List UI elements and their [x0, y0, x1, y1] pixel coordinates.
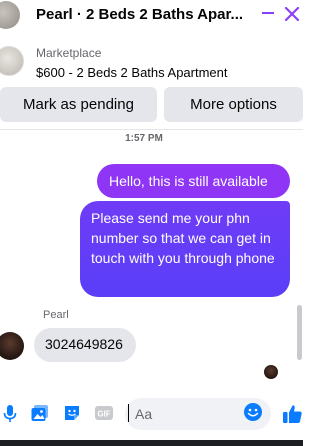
- like-icon[interactable]: [282, 403, 303, 424]
- message-composer: GIF: [0, 395, 303, 435]
- text-caret: [128, 404, 129, 422]
- listing-avatar[interactable]: [0, 1, 20, 29]
- listing-name[interactable]: $600 - 2 Beds 2 Baths Apartment: [36, 65, 228, 80]
- sticker-icon[interactable]: [62, 403, 82, 423]
- listing-thumbnail: [0, 46, 24, 76]
- more-options-button[interactable]: More options: [164, 87, 303, 122]
- outgoing-message[interactable]: Please send me your phn number so that w…: [80, 201, 290, 297]
- header-divider: [0, 129, 303, 130]
- image-icon[interactable]: [30, 403, 50, 423]
- emoji-icon[interactable]: [243, 402, 263, 422]
- minimize-icon[interactable]: [262, 12, 274, 14]
- listing-source-label: Marketplace: [36, 46, 102, 60]
- marketplace-listing[interactable]: Marketplace $600 - 2 Beds 2 Baths Apartm…: [0, 44, 303, 84]
- seen-indicator-avatar: [264, 365, 278, 379]
- svg-text:GIF: GIF: [97, 410, 110, 419]
- outgoing-message[interactable]: Hello, this is still available: [97, 164, 290, 198]
- scrollbar[interactable]: [297, 305, 302, 360]
- microphone-icon[interactable]: [0, 403, 20, 423]
- taskbar-edge: [0, 440, 303, 446]
- message-input[interactable]: [135, 404, 235, 424]
- chat-header: Pearl · 2 Beds 2 Baths Apar...: [0, 0, 303, 30]
- incoming-message[interactable]: 3024649826: [34, 328, 136, 362]
- mark-as-pending-button[interactable]: Mark as pending: [0, 87, 157, 122]
- sender-name: Pearl: [43, 309, 69, 321]
- close-icon[interactable]: [283, 3, 301, 25]
- chat-title[interactable]: Pearl · 2 Beds 2 Baths Apar...: [36, 6, 254, 23]
- gif-icon[interactable]: GIF: [94, 403, 114, 423]
- message-timestamp: 1:57 PM: [125, 133, 163, 144]
- sender-avatar[interactable]: [0, 332, 24, 360]
